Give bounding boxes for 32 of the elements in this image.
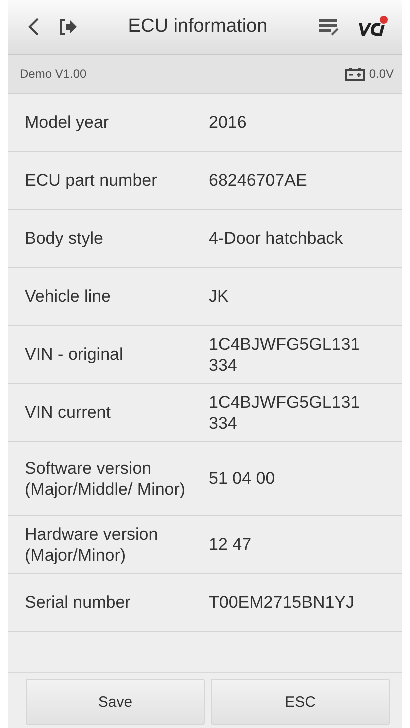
field-value: 1C4BJWFG5GL131334 <box>209 334 362 376</box>
version-label: Demo V1.00 <box>20 67 87 81</box>
battery-icon <box>345 68 366 80</box>
field-value: 4-Door hatchback <box>209 228 344 249</box>
field-label: Serial number <box>25 592 132 613</box>
save-button[interactable]: Save <box>26 679 205 725</box>
field-label: VIN current <box>25 402 112 423</box>
exit-icon <box>58 18 78 36</box>
field-value: 12 47 <box>209 534 253 555</box>
field-value: JK <box>209 286 230 307</box>
report-button[interactable] <box>318 18 340 36</box>
field-label: Hardware version (Major/Minor) <box>25 524 160 566</box>
screen-title: ECU information <box>127 16 269 38</box>
field-label: ECU part number <box>25 170 158 191</box>
field-label: VIN - original <box>25 344 124 365</box>
exit-button[interactable] <box>58 18 78 36</box>
field-label: Model year <box>25 112 110 133</box>
vci-logo-icon <box>358 15 388 39</box>
field-label: Vehicle line <box>25 286 112 307</box>
list-edit-icon <box>318 18 340 36</box>
back-icon <box>28 17 40 37</box>
field-value: 68246707AE <box>209 170 308 191</box>
vci-button[interactable] <box>358 15 388 39</box>
field-value: 2016 <box>209 112 248 133</box>
esc-button[interactable]: ESC <box>211 679 390 725</box>
field-value: 51 04 00 <box>209 468 276 489</box>
field-value: T00EM2715BN1YJ <box>209 592 356 613</box>
field-label: Software version (Major/Middle/ Minor) <box>25 458 187 500</box>
voltage-reading: 0.0V <box>369 67 394 81</box>
back-button[interactable] <box>28 17 40 37</box>
field-label: Body style <box>25 228 104 249</box>
field-value: 1C4BJWFG5GL131334 <box>209 392 362 434</box>
